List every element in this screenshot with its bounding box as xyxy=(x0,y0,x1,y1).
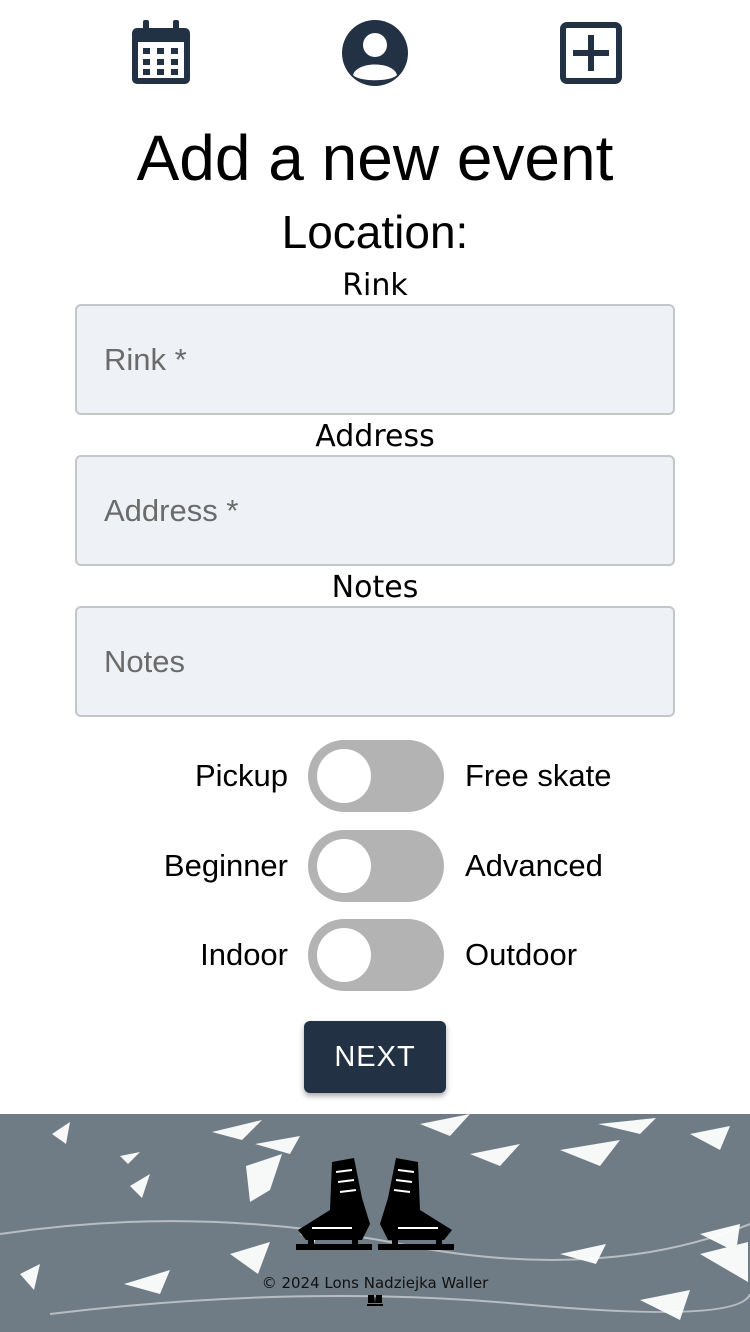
event-type-toggle-row: Pickup Free skate xyxy=(0,740,750,812)
notes-input[interactable] xyxy=(75,606,675,717)
notes-label: Notes xyxy=(331,570,419,605)
next-button[interactable]: NEXT xyxy=(304,1021,446,1093)
user-icon xyxy=(342,20,408,86)
indoor-label: Indoor xyxy=(200,937,288,972)
rink-input[interactable] xyxy=(75,304,675,415)
top-nav xyxy=(0,0,750,110)
calendar-icon xyxy=(132,20,190,84)
page-title: Add a new event xyxy=(136,122,614,194)
skill-level-switch[interactable] xyxy=(308,830,444,902)
beginner-label: Beginner xyxy=(163,848,288,883)
event-type-switch[interactable] xyxy=(308,740,444,812)
add-square-icon xyxy=(560,22,622,84)
add-event-nav-button[interactable] xyxy=(554,16,628,90)
switch-knob xyxy=(317,839,371,893)
free-skate-label: Free skate xyxy=(465,758,612,793)
address-input[interactable] xyxy=(75,455,675,566)
address-label: Address xyxy=(315,419,435,454)
footer: © 2024 Lons Nadziejka Waller xyxy=(0,1114,750,1332)
skill-level-toggle-row: Beginner Advanced xyxy=(0,830,750,902)
pickup-label: Pickup xyxy=(194,758,288,793)
calendar-nav-button[interactable] xyxy=(124,16,198,90)
small-skate-icon xyxy=(367,1295,383,1306)
switch-knob xyxy=(317,928,371,982)
switch-knob xyxy=(317,749,371,803)
rink-label: Rink xyxy=(342,268,408,303)
section-title: Location: xyxy=(281,206,469,258)
profile-nav-button[interactable] xyxy=(338,16,412,90)
hockey-skates-icon xyxy=(296,1158,454,1250)
venue-toggle-row: Indoor Outdoor xyxy=(0,919,750,991)
venue-switch[interactable] xyxy=(308,919,444,991)
outdoor-label: Outdoor xyxy=(465,937,578,972)
copyright-text: © 2024 Lons Nadziejka Waller xyxy=(261,1274,489,1292)
advanced-label: Advanced xyxy=(465,848,603,883)
